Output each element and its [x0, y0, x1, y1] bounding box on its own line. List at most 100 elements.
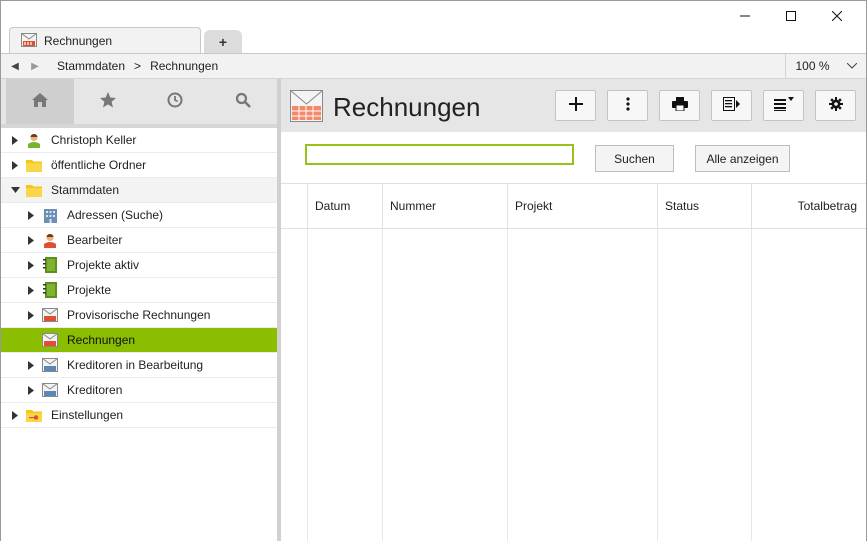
no-arrow-spacer — [26, 335, 36, 345]
creditor-icon — [42, 382, 58, 398]
chevron-down-icon[interactable] — [841, 54, 863, 78]
table-header: Datum Nummer Projekt Status Totalbetrag — [281, 183, 866, 229]
table-column — [658, 229, 752, 541]
export-icon — [722, 97, 741, 114]
expand-arrow-icon[interactable] — [26, 285, 36, 295]
tree-item-rechnungen[interactable]: Rechnungen — [1, 328, 277, 353]
search-row: Suchen Alle anzeigen — [281, 132, 866, 182]
add-button[interactable] — [555, 90, 596, 121]
invoice-icon — [21, 32, 37, 50]
main-panel: Rechnungen Suchen Alle anzeigen Datum Nu… — [281, 79, 866, 541]
add-icon — [568, 97, 583, 114]
tree-item-einstellungen[interactable]: Einstellungen — [1, 403, 277, 428]
table-column — [281, 229, 308, 541]
sort-list-icon — [773, 97, 794, 114]
invoice-icon — [42, 332, 58, 348]
clock-icon — [167, 92, 183, 111]
zoom-level[interactable]: 100 % — [785, 54, 839, 78]
tree-item-label: Kreditoren in Bearbeitung — [67, 358, 204, 372]
expand-arrow-icon[interactable] — [10, 135, 20, 145]
tree-item-bearbeiter[interactable]: Bearbeiter — [1, 228, 277, 253]
tree-item-label: Rechnungen — [67, 333, 136, 347]
maximize-icon[interactable] — [768, 1, 814, 31]
print-button[interactable] — [659, 90, 700, 121]
tab-home[interactable] — [6, 79, 74, 124]
tree-item-kreditoren[interactable]: Kreditoren — [1, 378, 277, 403]
folder-icon — [26, 157, 42, 173]
breadcrumb: Stammdaten > Rechnungen — [57, 59, 218, 73]
sort-button[interactable] — [763, 90, 804, 121]
column-header-status[interactable]: Status — [658, 184, 752, 228]
address-bar: ◀ ▶ Stammdaten > Rechnungen 100 % — [1, 53, 866, 79]
gear-icon — [828, 97, 843, 114]
search-button[interactable]: Suchen — [595, 145, 674, 172]
expand-arrow-icon[interactable] — [26, 385, 36, 395]
tree-item-projekte-aktiv[interactable]: Projekte aktiv — [1, 253, 277, 278]
folder-tree: Christoph Keller öffentliche Ordner Stam… — [1, 128, 277, 428]
search-icon — [235, 92, 252, 111]
notebook-icon — [42, 257, 58, 273]
tree-item-adressen[interactable]: Adressen (Suche) — [1, 203, 277, 228]
tree-item-label: öffentliche Ordner — [51, 158, 147, 172]
breadcrumb-item-rechnungen[interactable]: Rechnungen — [150, 59, 218, 73]
star-icon — [99, 91, 117, 112]
column-header-totalbetrag[interactable]: Totalbetrag — [752, 184, 865, 228]
tree-item-stammdaten[interactable]: Stammdaten — [1, 178, 277, 203]
expand-arrow-icon[interactable] — [26, 260, 36, 270]
back-arrow-icon[interactable]: ◀ — [5, 61, 25, 72]
column-header-nummer[interactable]: Nummer — [383, 184, 508, 228]
tree-item-label: Projekte aktiv — [67, 258, 140, 272]
column-header-datum[interactable]: Datum — [308, 184, 383, 228]
tree-item-kreditoren-in-bearbeitung[interactable]: Kreditoren in Bearbeitung — [1, 353, 277, 378]
row-selector-header — [281, 184, 308, 228]
tree-item-label: Adressen (Suche) — [67, 208, 164, 222]
page-title: Rechnungen — [333, 92, 481, 122]
expand-arrow-icon[interactable] — [10, 410, 20, 420]
breadcrumb-item-stammdaten[interactable]: Stammdaten — [57, 59, 125, 73]
main-header: Rechnungen — [281, 79, 866, 132]
new-tab-button[interactable]: + — [204, 30, 242, 54]
tree-item-oeffentliche-ordner[interactable]: öffentliche Ordner — [1, 153, 277, 178]
expand-arrow-icon[interactable] — [26, 360, 36, 370]
show-all-button[interactable]: Alle anzeigen — [695, 145, 790, 172]
search-input[interactable] — [305, 144, 574, 165]
tree-item-label: Stammdaten — [51, 183, 120, 197]
invoice-icon — [42, 307, 58, 323]
tab-favorites[interactable] — [74, 79, 142, 124]
tree-item-label: Einstellungen — [51, 408, 124, 422]
tab-recent[interactable] — [142, 79, 210, 124]
invoice-icon — [290, 90, 323, 125]
expand-arrow-icon[interactable] — [26, 235, 36, 245]
minimize-icon[interactable] — [722, 1, 768, 31]
more-vertical-icon — [625, 97, 630, 114]
tree-item-label: Kreditoren — [67, 383, 123, 397]
expand-arrow-icon[interactable] — [26, 310, 36, 320]
collapse-arrow-icon[interactable] — [10, 185, 20, 195]
column-header-projekt[interactable]: Projekt — [508, 184, 658, 228]
creditor-icon — [42, 357, 58, 373]
person-icon — [26, 132, 42, 148]
table-column — [383, 229, 508, 541]
export-button[interactable] — [711, 90, 752, 121]
settings-folder-icon — [26, 407, 42, 423]
tree-item-christoph-keller[interactable]: Christoph Keller — [1, 128, 277, 153]
tab-search[interactable] — [209, 79, 277, 124]
close-icon[interactable] — [814, 1, 860, 31]
tree-item-label: Bearbeiter — [67, 233, 123, 247]
folder-icon — [26, 182, 42, 198]
more-button[interactable] — [607, 90, 648, 121]
breadcrumb-separator: > — [134, 59, 142, 73]
browser-tab[interactable]: Rechnungen — [9, 27, 201, 54]
settings-button[interactable] — [815, 90, 856, 121]
forward-arrow-icon[interactable]: ▶ — [25, 61, 45, 72]
tab-title: Rechnungen — [44, 34, 113, 48]
expand-arrow-icon[interactable] — [26, 210, 36, 220]
tree-item-label: Projekte — [67, 283, 112, 297]
table-column — [308, 229, 383, 541]
person-icon — [42, 232, 58, 248]
sidebar-tabs — [1, 79, 277, 128]
home-icon — [31, 92, 49, 111]
tree-item-projekte[interactable]: Projekte — [1, 278, 277, 303]
expand-arrow-icon[interactable] — [10, 160, 20, 170]
tree-item-provisorische-rechnungen[interactable]: Provisorische Rechnungen — [1, 303, 277, 328]
